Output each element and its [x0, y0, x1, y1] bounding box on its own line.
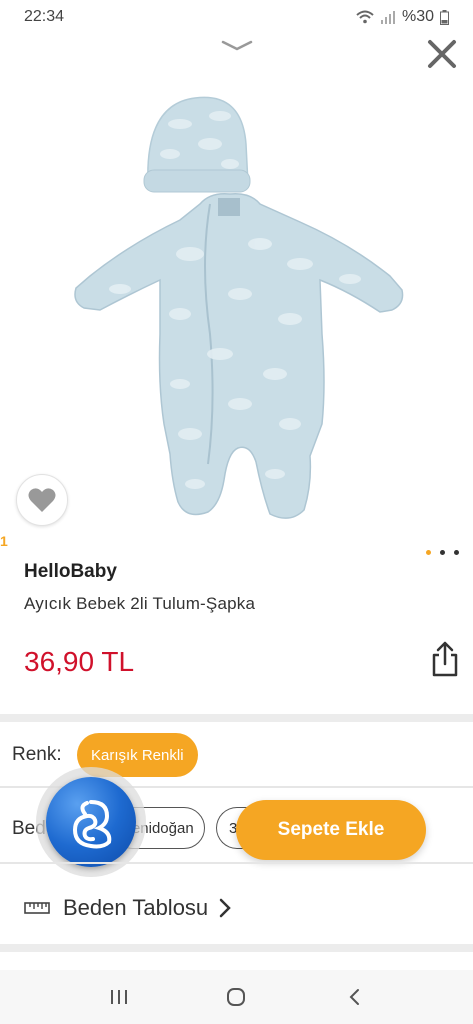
size-table-link[interactable]: Beden Tablosu	[0, 880, 473, 936]
product-image[interactable]	[60, 84, 420, 534]
home-icon	[227, 988, 246, 1006]
battery-text: %30	[401, 8, 434, 25]
recent-apps-button[interactable]	[99, 977, 139, 1017]
signal-icon	[380, 11, 395, 24]
onesie-shape	[74, 192, 404, 519]
assistant-logo-icon	[46, 777, 136, 867]
product-price: 36,90 TL	[24, 646, 135, 677]
wifi-icon	[356, 10, 374, 24]
status-bar: 22:34 %30	[0, 0, 473, 34]
section-divider	[0, 714, 473, 722]
product-name: Ayıcık Bebek 2li Tulum-Şapka	[24, 594, 256, 613]
system-nav-bar	[0, 970, 473, 1024]
back-icon	[349, 989, 360, 1005]
status-icons: %30	[356, 8, 449, 26]
share-button[interactable]	[428, 640, 462, 678]
add-to-cart-button[interactable]: Sepete Ekle	[236, 800, 426, 860]
share-icon	[432, 641, 458, 677]
section-divider	[0, 944, 473, 952]
image-index: 1	[0, 533, 8, 549]
size-table-label: Beden Tablosu	[63, 895, 209, 920]
assistant-button[interactable]	[36, 767, 146, 877]
chevron-right-icon	[219, 898, 231, 918]
close-button[interactable]	[424, 36, 460, 72]
home-button[interactable]	[216, 977, 256, 1017]
pager-dot[interactable]	[454, 550, 459, 555]
ruler-icon	[24, 902, 50, 914]
chevron-down-icon[interactable]	[220, 38, 254, 54]
close-icon	[428, 40, 456, 68]
pager-dot-active[interactable]	[426, 550, 431, 555]
recent-apps-icon	[110, 990, 127, 1004]
image-pager[interactable]	[426, 550, 459, 555]
heart-icon	[28, 488, 56, 512]
option-divider	[0, 862, 473, 864]
status-time: 22:34	[24, 8, 65, 25]
back-button[interactable]	[334, 977, 374, 1017]
color-label: Renk:	[12, 744, 62, 765]
favorite-button[interactable]	[16, 474, 68, 526]
brand-name[interactable]: HelloBaby	[24, 561, 117, 583]
battery-icon	[440, 9, 449, 25]
pager-dot[interactable]	[440, 550, 445, 555]
